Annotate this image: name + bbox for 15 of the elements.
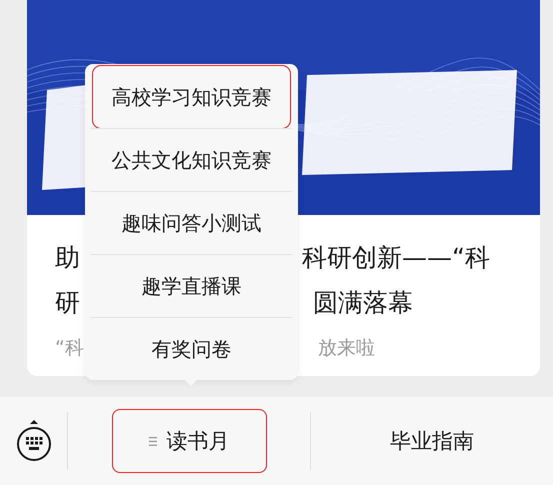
summary-text: 放来啦 (318, 336, 375, 360)
title-text: 助 (55, 242, 80, 274)
menu-label: 读书月 (166, 428, 230, 455)
menu-button[interactable]: 毕业指南 (353, 409, 511, 473)
keyboard-icon[interactable] (16, 420, 52, 462)
menu-item[interactable]: 公共文化知识竞赛 (91, 128, 292, 191)
title-text: 圆满落幕 (313, 287, 413, 319)
menu-button[interactable]: 读书月 (112, 409, 266, 473)
title-text: 科研创新——“科 (302, 242, 490, 274)
menu-item[interactable]: 趣味问答小测试 (91, 191, 292, 254)
menu-item[interactable]: 趣学直播课 (91, 254, 292, 317)
menu-label: 毕业指南 (390, 428, 474, 455)
title-text: 研 (55, 287, 80, 319)
menu-item[interactable]: 高校学习知识竞赛 (93, 66, 290, 128)
summary-text: “科 (55, 336, 84, 360)
